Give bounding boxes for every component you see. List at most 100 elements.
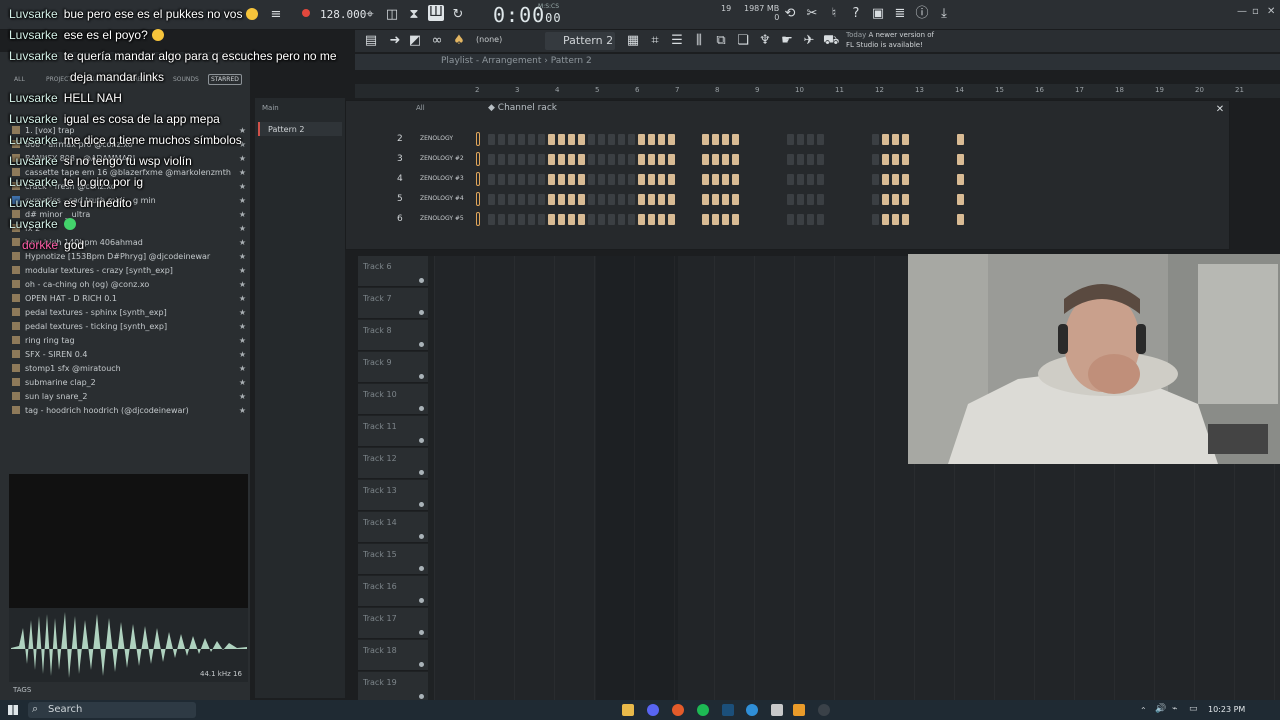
spotify-icon[interactable] (697, 704, 709, 716)
track-mute-dot[interactable] (419, 662, 424, 667)
mixer-view-icon[interactable]: ⫼ (691, 33, 707, 49)
channel-number[interactable]: 6 (397, 214, 403, 224)
star-icon[interactable]: ★ (239, 390, 246, 404)
step-button[interactable] (817, 134, 824, 145)
step-button[interactable] (578, 154, 585, 165)
step-button[interactable] (598, 194, 605, 205)
rack-filter[interactable]: All (416, 104, 425, 112)
track-header[interactable]: Track 18 (358, 640, 428, 671)
step-button[interactable] (807, 214, 814, 225)
track-header[interactable]: Track 15 (358, 544, 428, 575)
step-button[interactable] (787, 134, 794, 145)
step-button[interactable] (957, 174, 964, 185)
step-button[interactable] (892, 194, 899, 205)
channel-number[interactable]: 5 (397, 194, 403, 204)
step-button[interactable] (608, 134, 615, 145)
step-button[interactable] (957, 214, 964, 225)
step-button[interactable] (538, 174, 545, 185)
step-button[interactable] (618, 154, 625, 165)
help-icon[interactable]: ? (848, 6, 864, 22)
step-button[interactable] (488, 134, 495, 145)
tempo-display[interactable]: 128.000 (320, 8, 366, 21)
step-button[interactable] (558, 134, 565, 145)
step-button[interactable] (528, 174, 535, 185)
track-mute-dot[interactable] (419, 470, 424, 475)
browser-item[interactable]: SFX - SIREN 0.4 ★ (12, 348, 248, 362)
rack-close-icon[interactable]: ✕ (1212, 102, 1228, 118)
step-button[interactable] (807, 174, 814, 185)
plugins-icon[interactable]: ⧉ (713, 33, 729, 49)
step-button[interactable] (498, 174, 505, 185)
step-button[interactable] (548, 174, 555, 185)
step-button[interactable] (608, 154, 615, 165)
playlist-icon[interactable]: ☰ (669, 33, 685, 49)
step-button[interactable] (658, 134, 665, 145)
browser-item[interactable]: stomp1 sfx @miratouch ★ (12, 362, 248, 376)
step-button[interactable] (568, 154, 575, 165)
step-button[interactable] (488, 154, 495, 165)
step-button[interactable] (817, 154, 824, 165)
step-button[interactable] (722, 214, 729, 225)
windows-start-icon[interactable] (8, 705, 18, 715)
step-button[interactable] (882, 154, 889, 165)
step-button[interactable] (538, 194, 545, 205)
browser-item[interactable]: pedal textures - sphinx [synth_exp] ★ (12, 306, 248, 320)
star-icon[interactable]: ★ (239, 194, 246, 208)
browser-item[interactable]: modular textures - crazy [synth_exp] ★ (12, 264, 248, 278)
star-icon[interactable]: ★ (239, 250, 246, 264)
browser-item[interactable]: submarine clap_2 ★ (12, 376, 248, 390)
step-button[interactable] (957, 194, 964, 205)
step-button[interactable] (598, 174, 605, 185)
step-button[interactable] (892, 154, 899, 165)
step-button[interactable] (638, 214, 645, 225)
step-button[interactable] (488, 194, 495, 205)
step-button[interactable] (797, 194, 804, 205)
step-button[interactable] (588, 194, 595, 205)
step-button[interactable] (712, 214, 719, 225)
piano-icon[interactable]: ▤ (363, 33, 379, 49)
browser-item[interactable]: OPEN HAT - D RICH 0.1 ★ (12, 292, 248, 306)
steam-icon[interactable] (722, 704, 734, 716)
step-button[interactable] (628, 134, 635, 145)
step-button[interactable] (882, 174, 889, 185)
project-icon[interactable]: ✈ (801, 33, 817, 49)
metronome-icon[interactable]: ⌖ (362, 7, 378, 23)
step-button[interactable] (702, 194, 709, 205)
step-button[interactable] (538, 214, 545, 225)
typing-keyboard-icon[interactable]: Ш (428, 5, 444, 21)
star-icon[interactable]: ★ (239, 278, 246, 292)
step-button[interactable] (548, 194, 555, 205)
network-icon[interactable]: ⌁ (1172, 704, 1184, 716)
step-button[interactable] (872, 214, 879, 225)
taskbar-search[interactable]: ⌕ Search (28, 702, 196, 718)
star-icon[interactable]: ★ (239, 348, 246, 362)
channel-number[interactable]: 2 (397, 134, 403, 144)
step-button[interactable] (518, 154, 525, 165)
step-button[interactable] (598, 134, 605, 145)
step-button[interactable] (558, 214, 565, 225)
step-button[interactable] (648, 174, 655, 185)
step-button[interactable] (712, 154, 719, 165)
track-header[interactable]: Track 17 (358, 608, 428, 639)
step-button[interactable] (658, 154, 665, 165)
track-header[interactable]: Track 12 (358, 448, 428, 479)
step-button[interactable] (817, 194, 824, 205)
step-button[interactable] (498, 134, 505, 145)
volume-icon[interactable]: 🔊 (1155, 704, 1167, 716)
step-seq-icon[interactable]: ⌗ (647, 33, 663, 49)
step-button[interactable] (578, 194, 585, 205)
piano-roll-icon[interactable]: ▦ (625, 33, 641, 49)
step-button[interactable] (797, 214, 804, 225)
browser-item[interactable]: sun lay snare_2 ★ (12, 390, 248, 404)
star-icon[interactable]: ★ (239, 362, 246, 376)
step-button[interactable] (508, 154, 515, 165)
step-button[interactable] (702, 174, 709, 185)
update-notice[interactable]: Today A newer version of FL Studio is av… (846, 30, 934, 50)
step-button[interactable] (872, 134, 879, 145)
step-button[interactable] (902, 174, 909, 185)
star-icon[interactable]: ★ (239, 334, 246, 348)
star-icon[interactable]: ★ (239, 152, 246, 166)
track-mute-dot[interactable] (419, 630, 424, 635)
snap-select[interactable]: (none) (476, 35, 502, 44)
channel-name[interactable]: ZENOLOGY #3 (420, 175, 470, 182)
